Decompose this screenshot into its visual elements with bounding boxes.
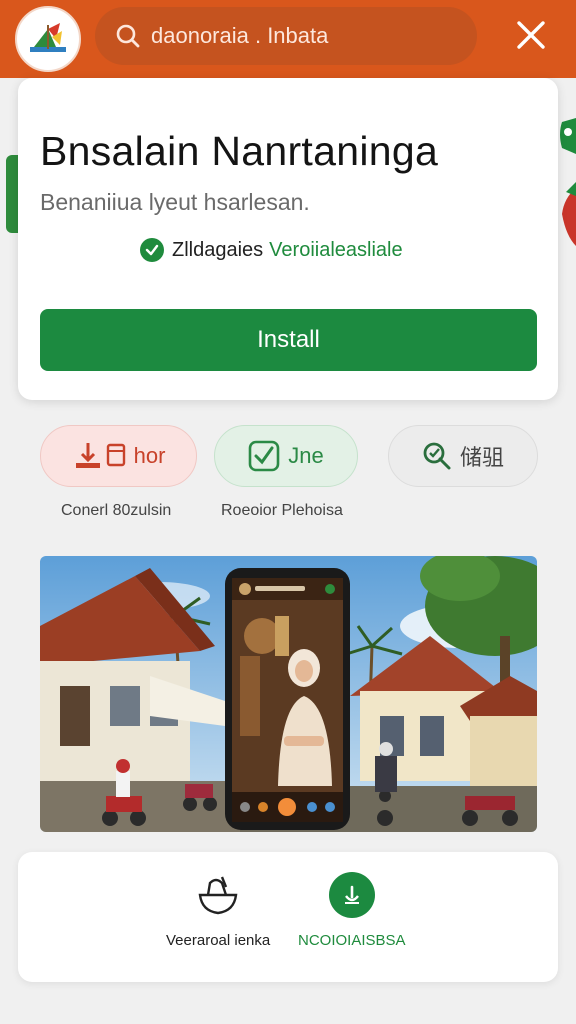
chip-download[interactable]: hor: [40, 425, 197, 487]
bottom-card: Veeraroal ienka NCOIOIAISBSA: [18, 852, 558, 982]
chip-caption: Conerl 80zulsin: [61, 502, 172, 519]
search-check-icon: [422, 441, 452, 471]
flag-logo-icon: [30, 23, 66, 52]
chip-label: Jne: [288, 443, 324, 468]
top-bar: daonoraia . Inbata: [0, 0, 576, 78]
app-subtitle: Benaniiua lyeut hsarlesan.: [40, 189, 310, 215]
badge-text: Zlldagaies: [172, 238, 264, 261]
badge-row: Zlldagaies Veroiialeasliale: [140, 238, 403, 262]
app-screenshot[interactable]: [40, 556, 537, 832]
chip-label: 储驵: [459, 445, 504, 470]
check-circle-icon: [140, 238, 164, 262]
village-scene-image: [40, 556, 537, 832]
background-peek-left: [6, 155, 18, 233]
bottom-action-right[interactable]: NCOIOIAISBSA: [298, 872, 406, 949]
background-peek-right: [558, 118, 576, 248]
bottom-action-left[interactable]: Veeraroal ienka: [166, 872, 270, 949]
bottom-label-right: NCOIOIAISBSA: [298, 932, 406, 949]
app-logo[interactable]: [15, 6, 81, 72]
check-square-icon: [248, 440, 280, 472]
chip-search-check[interactable]: 储驵: [388, 425, 538, 487]
basket-icon: [195, 872, 241, 918]
search-icon: [115, 23, 141, 49]
chip-label: hor: [133, 443, 166, 468]
chip-caption: Roeoior Plehoisa: [221, 502, 343, 519]
chip-check[interactable]: Jne: [214, 425, 358, 487]
search-query[interactable]: daonoraia . Inbata: [151, 23, 328, 49]
verified-text: Veroiialeasliale: [269, 238, 403, 261]
close-button[interactable]: [510, 14, 552, 56]
app-title: Bnsalain Nanrtaninga: [40, 128, 439, 174]
app-header-card: Bnsalain Nanrtaninga Benaniiua lyeut hsa…: [18, 78, 558, 400]
install-button[interactable]: Install: [40, 309, 537, 371]
search-bar[interactable]: daonoraia . Inbata: [95, 7, 477, 65]
bottom-label-left: Veeraroal ienka: [166, 932, 271, 949]
download-icon: [72, 441, 126, 471]
close-icon: [517, 21, 545, 49]
green-action-icon: [328, 872, 375, 918]
